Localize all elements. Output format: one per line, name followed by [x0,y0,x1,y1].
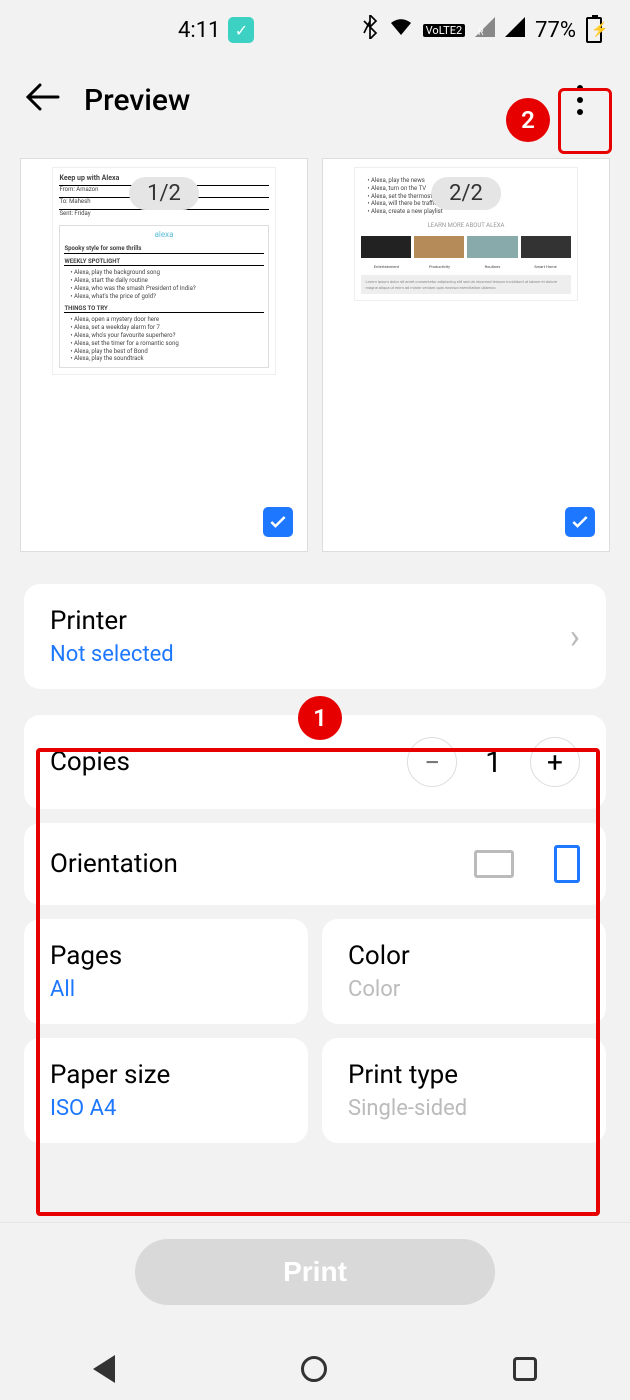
nav-back-icon[interactable] [93,1355,115,1383]
print-button[interactable]: Print [135,1239,495,1305]
page-title: Preview [84,83,190,118]
page-select-checkbox[interactable] [565,507,595,537]
orientation-landscape-icon[interactable] [474,850,514,878]
print-type-label: Print type [348,1060,580,1090]
printer-label: Printer [50,606,174,636]
printer-value: Not selected [50,642,174,667]
volte-badge: VoLTE2 [423,24,465,37]
battery-charging-icon: ⚡ [586,17,602,43]
nav-recent-icon[interactable] [513,1357,537,1381]
color-row[interactable]: Color Color [322,919,606,1024]
copies-stepper: − 1 + [407,737,580,787]
pages-label: Pages [50,941,282,971]
back-button[interactable] [26,81,60,119]
paper-size-row[interactable]: Paper size ISO A4 [24,1038,308,1143]
color-label: Color [348,941,580,971]
orientation-label: Orientation [50,849,178,879]
page-thumb-2[interactable]: Alexa, play the news Alexa, turn on the … [322,158,610,552]
color-value: Color [348,977,580,1002]
copies-label: Copies [50,747,130,777]
nav-home-icon[interactable] [301,1356,327,1382]
signal-icon [505,17,525,43]
page-thumbnails: Keep up with Alexa From: Amazon To: Mahe… [0,140,630,552]
page-indicator: 2/2 [431,177,501,210]
copies-row: Copies − 1 + [24,715,606,809]
wifi-icon [389,17,413,43]
copies-value: 1 [485,745,502,780]
app-header: Preview [0,60,630,140]
printer-select-row[interactable]: Printer Not selected › [24,584,606,689]
chevron-right-icon: › [570,617,580,657]
status-time: 4:11 [178,18,220,43]
notification-app-icon: ✓ [228,17,254,43]
pages-value: All [50,977,282,1002]
orientation-row: Orientation [24,823,606,905]
signal-roaming-icon: R [475,17,495,43]
orientation-portrait-icon[interactable] [554,845,580,883]
battery-percent: 77% [535,18,576,43]
paper-label: Paper size [50,1060,282,1090]
paper-value: ISO A4 [50,1096,282,1121]
print-type-row[interactable]: Print type Single-sided [322,1038,606,1143]
svg-text:R: R [478,28,484,37]
system-nav-bar [0,1338,630,1400]
bluetooth-icon [361,15,379,45]
more-menu-button[interactable] [556,72,604,128]
copies-minus-button[interactable]: − [407,737,457,787]
page-indicator: 1/2 [129,177,199,210]
print-type-value: Single-sided [348,1096,580,1121]
status-bar: 4:11 ✓ VoLTE2 R 77% ⚡ [0,0,630,60]
copies-plus-button[interactable]: + [530,737,580,787]
page-thumb-1[interactable]: Keep up with Alexa From: Amazon To: Mahe… [20,158,308,552]
pages-row[interactable]: Pages All [24,919,308,1024]
page-select-checkbox[interactable] [263,507,293,537]
